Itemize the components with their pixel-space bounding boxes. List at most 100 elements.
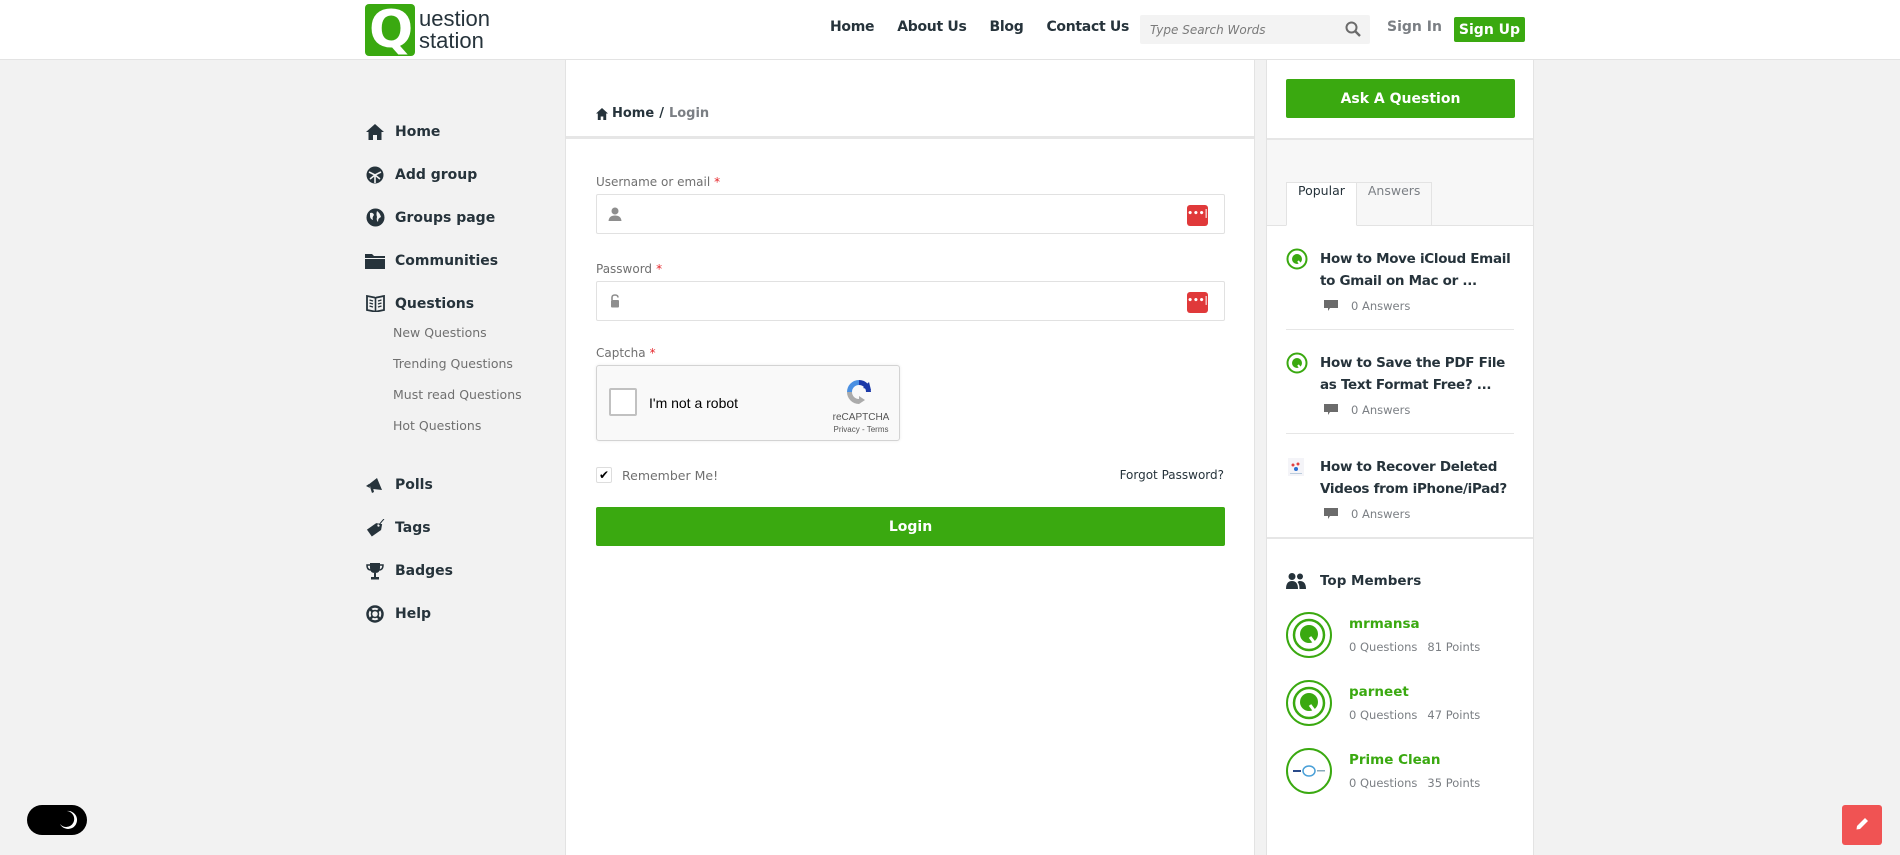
member-item: parneet 0 Questions 47 Points — [1286, 680, 1514, 726]
main-content: Home / Login Username or email * •••| Pas… — [565, 60, 1255, 855]
breadcrumb-separator: / — [659, 106, 664, 121]
tag-icon — [365, 518, 385, 538]
sidebar-item-groups-page[interactable]: Groups page — [365, 196, 560, 239]
pencil-icon — [1856, 817, 1868, 829]
question-author-avatar[interactable] — [1286, 248, 1308, 270]
recaptcha-privacy-terms-links[interactable]: Privacy - Terms — [827, 425, 895, 434]
member-avatar[interactable] — [1286, 748, 1332, 794]
breadcrumb-current: Login — [668, 106, 710, 121]
forgot-password-link[interactable]: Forgot Password? — [1120, 468, 1224, 482]
required-mark: * — [649, 346, 656, 360]
top-members-title: Top Members — [1320, 573, 1422, 589]
recaptcha-logo-icon — [847, 380, 871, 404]
question-title-link[interactable]: How to Move iCloud Email to Gmail on Mac… — [1320, 248, 1514, 292]
sign-up-button[interactable]: Sign Up — [1454, 17, 1525, 42]
username-label: Username or email * — [596, 175, 721, 189]
nav-about-us[interactable]: About Us — [897, 19, 967, 35]
moon-icon — [60, 810, 78, 829]
member-questions-count: 0 Questions — [1349, 776, 1418, 790]
username-field-wrapper: •••| — [596, 194, 1225, 234]
password-manager-icon[interactable]: •••| — [1187, 292, 1208, 313]
recaptcha-widget: I'm not a robot reCAPTCHA Privacy - Term… — [596, 365, 900, 441]
sidebar-item-badges[interactable]: Badges — [365, 549, 560, 592]
member-questions-count: 0 Questions — [1349, 708, 1418, 722]
sidebar-item-communities[interactable]: Communities — [365, 239, 560, 282]
edit-fab-button[interactable] — [1842, 805, 1882, 845]
tab-answers[interactable]: Answers — [1356, 182, 1433, 226]
top-members-widget: Top Members mrmansa 0 Questions 81 Points… — [1267, 539, 1533, 794]
users-icon — [1286, 573, 1306, 589]
comment-icon — [1324, 508, 1338, 519]
question-author-avatar[interactable] — [1286, 352, 1308, 374]
login-form: Username or email * •••| Password * •••| C… — [566, 139, 1254, 546]
dark-mode-toggle[interactable] — [27, 805, 87, 835]
home-icon — [365, 122, 385, 142]
site-logo[interactable]: Q uestion station — [365, 2, 490, 58]
member-avatar[interactable] — [1286, 612, 1332, 658]
submenu-must-read-questions[interactable]: Must read Questions — [393, 387, 560, 418]
member-points: 47 Points — [1427, 708, 1481, 722]
lifebuoy-icon — [365, 604, 385, 624]
search-icon[interactable] — [1345, 21, 1361, 37]
username-input[interactable] — [597, 195, 1224, 233]
list-item: How to Recover Deleted Videos from iPhon… — [1286, 434, 1514, 537]
sidebar-item-polls[interactable]: Polls — [365, 463, 560, 506]
nav-contact-us[interactable]: Contact Us — [1046, 19, 1129, 35]
submenu-hot-questions[interactable]: Hot Questions — [393, 418, 560, 449]
password-manager-icon[interactable]: •••| — [1187, 205, 1208, 226]
breadcrumb-home-link[interactable]: Home — [612, 106, 654, 121]
sidebar-item-help[interactable]: Help — [365, 592, 560, 635]
member-questions-count: 0 Questions — [1349, 640, 1418, 654]
password-field-wrapper: •••| — [596, 281, 1225, 321]
comment-icon — [1324, 300, 1338, 311]
remember-me[interactable]: ✔ Remember Me! — [596, 467, 718, 483]
password-input[interactable] — [597, 282, 1224, 320]
breadcrumb-home-icon — [596, 107, 608, 120]
widget-tabs: Popular Answers — [1286, 182, 1433, 226]
group-add-icon — [365, 165, 385, 185]
member-name-link[interactable]: mrmansa — [1349, 616, 1480, 632]
member-name-link[interactable]: Prime Clean — [1349, 752, 1480, 768]
right-sidebar: Ask A Question Popular Answers How to Mo… — [1266, 60, 1534, 855]
nav-home[interactable]: Home — [830, 19, 875, 35]
nav-blog[interactable]: Blog — [990, 19, 1024, 35]
sidebar-item-questions[interactable]: Questions — [365, 282, 560, 325]
globe-icon — [365, 208, 385, 228]
question-title-link[interactable]: How to Save the PDF File as Text Format … — [1320, 352, 1514, 396]
ask-question-button[interactable]: Ask A Question — [1286, 79, 1515, 118]
folder-icon — [365, 251, 385, 271]
breadcrumb: Home / Login — [566, 60, 1254, 139]
sidebar-item-home[interactable]: Home — [365, 110, 560, 153]
sign-in-link[interactable]: Sign In — [1387, 19, 1442, 35]
answers-count[interactable]: 0 Answers — [1351, 299, 1410, 313]
member-avatar[interactable] — [1286, 680, 1332, 726]
question-author-avatar[interactable] — [1286, 456, 1308, 478]
login-button[interactable]: Login — [596, 507, 1225, 546]
logo-text-line2: station — [419, 28, 484, 53]
password-label: Password * — [596, 262, 663, 276]
answers-count[interactable]: 0 Answers — [1351, 507, 1410, 521]
questions-submenu: New Questions Trending Questions Must re… — [365, 325, 560, 449]
left-sidebar: Home Add group Groups page Communities Q… — [365, 110, 560, 635]
member-item: mrmansa 0 Questions 81 Points — [1286, 612, 1514, 658]
member-name-link[interactable]: parneet — [1349, 684, 1480, 700]
logo-mark: Q — [365, 2, 415, 58]
popular-questions-list: How to Move iCloud Email to Gmail on Mac… — [1267, 226, 1533, 537]
sidebar-item-tags[interactable]: Tags — [365, 506, 560, 549]
required-mark: * — [714, 175, 721, 189]
remember-me-checkbox[interactable]: ✔ — [596, 467, 612, 483]
submenu-trending-questions[interactable]: Trending Questions — [393, 356, 560, 387]
main-nav: Home About Us Blog Contact Us — [830, 19, 1152, 35]
submenu-new-questions[interactable]: New Questions — [393, 325, 560, 356]
answers-count[interactable]: 0 Answers — [1351, 403, 1410, 417]
trophy-icon — [365, 561, 385, 581]
recaptcha-checkbox[interactable] — [609, 388, 637, 416]
search-input[interactable] — [1140, 15, 1330, 44]
user-icon — [608, 207, 622, 221]
tab-popular[interactable]: Popular — [1286, 182, 1357, 226]
required-mark: * — [656, 262, 663, 276]
search-box — [1140, 15, 1370, 44]
recaptcha-brand: reCAPTCHA — [832, 412, 890, 423]
sidebar-item-add-group[interactable]: Add group — [365, 153, 560, 196]
question-title-link[interactable]: How to Recover Deleted Videos from iPhon… — [1320, 456, 1514, 500]
